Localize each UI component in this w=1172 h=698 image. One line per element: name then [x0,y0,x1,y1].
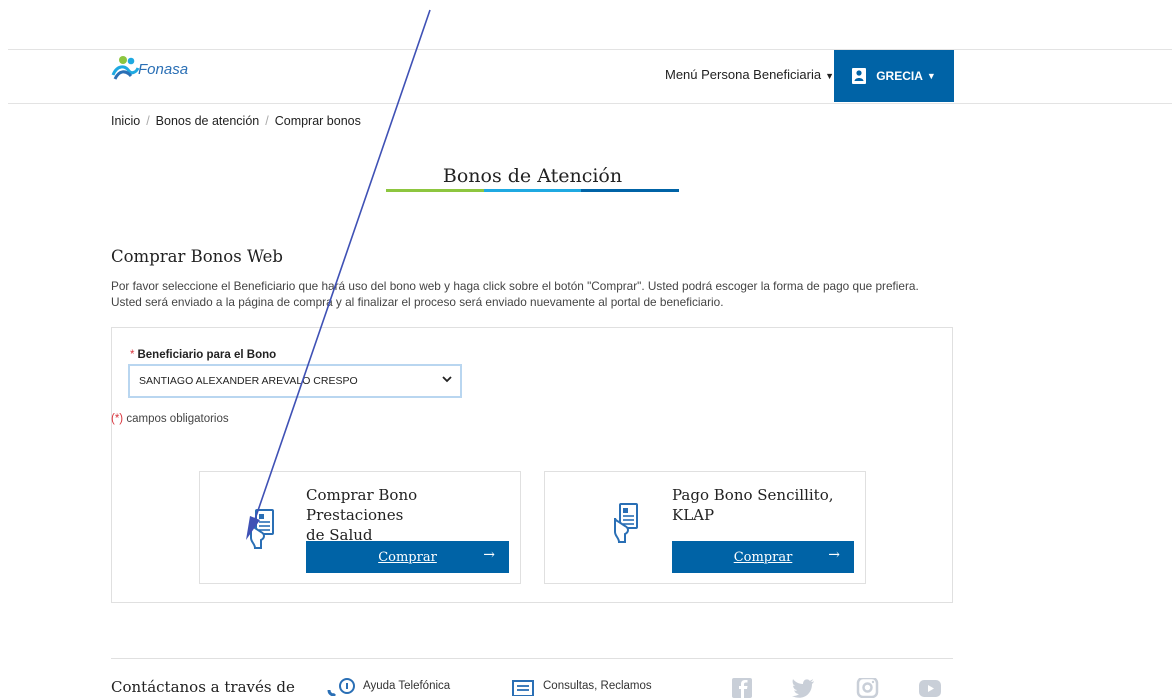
arrow-right-icon: → [483,547,495,563]
beneficiary-selected-value: SANTIAGO ALEXANDER AREVALO CRESPO [139,375,358,387]
required-fields-note: (*) campos obligatorios [111,413,229,425]
breadcrumb-comprar-bonos: Comprar bonos [274,114,361,128]
youtube-icon[interactable] [918,678,942,698]
beneficiary-field-label: * Beneficiario para el Bono [130,349,276,361]
pago-bono-sencillito-button[interactable]: Comprar → [672,541,854,573]
header-bottom-border [8,103,1172,104]
section-title: Comprar Bonos Web [111,247,283,266]
comprar-button-label: Comprar [733,549,793,565]
title-underline-green [386,189,484,192]
card-2-title-line-1: Pago Bono Sencillito, [672,486,834,504]
facebook-icon[interactable] [730,678,754,698]
logo-text: Fonasa [138,61,189,78]
comprar-button-label: Comprar [378,549,437,565]
breadcrumb-separator: / [146,114,150,128]
section-description-line-2: Usted será enviado a la página de compra… [111,295,724,309]
list-icon [512,680,534,696]
required-note-text: campos obligatorios [126,413,229,425]
breadcrumb-bonos-atencion[interactable]: Bonos de atención [156,114,260,128]
page-title: Bonos de Atención [442,165,623,187]
header-top-border [8,49,1172,50]
title-underline-blue [581,189,679,192]
card-2-title: Pago Bono Sencillito, KLAP [672,485,857,525]
caret-down-icon: ▼ [926,71,936,81]
required-asterisk: * [130,349,135,361]
menu-persona-beneficiaria[interactable]: Menú Persona Beneficiaria ▼ [665,67,834,82]
caret-down-icon: ▼ [825,71,835,81]
breadcrumb-inicio[interactable]: Inicio [111,114,140,128]
section-description: Por favor seleccione el Beneficiario que… [111,278,951,310]
user-name: GRECIA [876,69,923,83]
twitter-icon[interactable] [791,678,815,698]
footer-phone-help[interactable]: Ayuda Telefónica [363,680,450,692]
required-note-mark: (*) [111,413,124,425]
user-badge-icon [852,68,867,84]
card-1-title: Comprar Bono Prestaciones de Salud [306,485,516,545]
fonasa-logo-mark [111,56,140,80]
card-2-title-line-2: KLAP [672,506,715,524]
section-description-line-1: Por favor seleccione el Beneficiario que… [111,279,919,293]
breadcrumb-separator: / [265,114,269,128]
fonasa-logo[interactable]: Fonasa [111,55,201,81]
beneficiary-select[interactable]: SANTIAGO ALEXANDER AREVALO CRESPO [128,364,462,398]
footer-consultas-reclamos[interactable]: Consultas, Reclamos [543,680,652,692]
bono-document-icon [250,509,274,549]
footer-contact-label: Contáctanos a través de [111,678,295,696]
menu-persona-label: Menú Persona Beneficiaria [665,67,822,82]
footer-divider [111,658,953,659]
instagram-icon[interactable] [855,678,879,698]
chevron-down-icon [442,374,452,386]
user-menu-button[interactable]: GRECIA ▼ [834,50,954,102]
beneficiary-label-text: Beneficiario para el Bono [137,349,277,361]
arrow-right-icon: → [828,547,840,563]
breadcrumb: Inicio / Bonos de atención / Comprar bonos [111,114,361,128]
bono-document-icon [614,503,638,543]
comprar-bono-prestaciones-button[interactable]: Comprar → [306,541,509,573]
card-1-title-line-1: Comprar Bono Prestaciones [306,486,418,524]
phone-help-icon [327,678,355,696]
title-underline-lightblue [484,189,581,192]
